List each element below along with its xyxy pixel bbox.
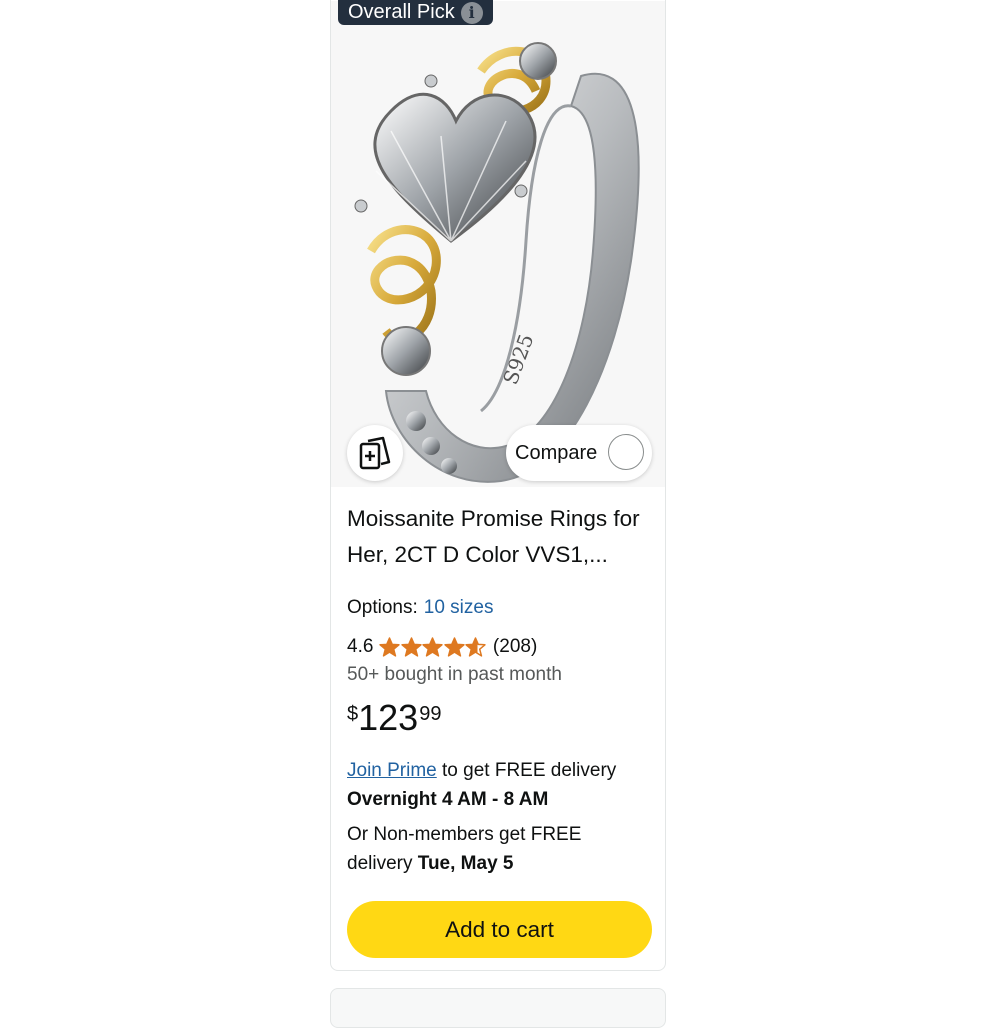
join-prime-link[interactable]: Join Prime [347, 760, 437, 781]
product-image[interactable]: S925 Compare [331, 1, 665, 487]
add-to-cart-button[interactable]: Add to cart [347, 901, 652, 958]
product-details: Moissanite Promise Rings for Her, 2CT D … [347, 501, 651, 878]
star-icon [379, 636, 401, 657]
band-engraving: S925 [498, 331, 538, 388]
options-link[interactable]: 10 sizes [424, 597, 494, 618]
price-fraction: 99 [419, 703, 442, 725]
options-label: Options: [347, 597, 418, 618]
options-row: Options: 10 sizes [347, 597, 651, 619]
rating-row[interactable]: 4.6 (208) [347, 634, 651, 660]
product-title[interactable]: Moissanite Promise Rings for Her, 2CT D … [347, 501, 651, 573]
star-rating[interactable] [379, 636, 487, 658]
bought-count: 50+ bought in past month [347, 664, 562, 685]
price-whole: 123 [358, 697, 419, 738]
ring-illustration: S925 [354, 42, 640, 483]
prime-delivery-text: to get FREE delivery [436, 760, 617, 781]
price: $ 123 99 [347, 698, 651, 738]
add-to-list-icon [359, 436, 391, 470]
info-icon[interactable]: i [460, 1, 483, 24]
prime-delivery-time: Overnight 4 AM - 8 AM [347, 789, 549, 810]
overall-pick-badge: Overall Pick i [338, 0, 493, 25]
star-icon [444, 636, 465, 657]
star-icon [465, 636, 487, 657]
compare-label: Compare [515, 441, 598, 464]
star-icon [422, 636, 444, 657]
next-product-card[interactable] [330, 988, 666, 1028]
badge-label: Overall Pick [348, 1, 455, 23]
prime-delivery: Join Prime to get FREE delivery Overnigh… [347, 756, 651, 814]
review-count[interactable]: (208) [493, 636, 537, 658]
nonmember-delivery: Or Non-members get FREE delivery Tue, Ma… [347, 820, 651, 878]
star-icon [401, 636, 422, 657]
add-to-list-button[interactable] [347, 425, 403, 481]
price-symbol: $ [347, 703, 359, 725]
nonmember-delivery-date: Tue, May 5 [417, 853, 514, 874]
rating-value: 4.6 [347, 636, 374, 657]
product-card[interactable]: S925 Compare Moissanite Promise Rings fo… [330, 0, 666, 971]
compare-checkbox[interactable] [608, 434, 644, 470]
compare-toggle[interactable]: Compare [506, 425, 652, 481]
